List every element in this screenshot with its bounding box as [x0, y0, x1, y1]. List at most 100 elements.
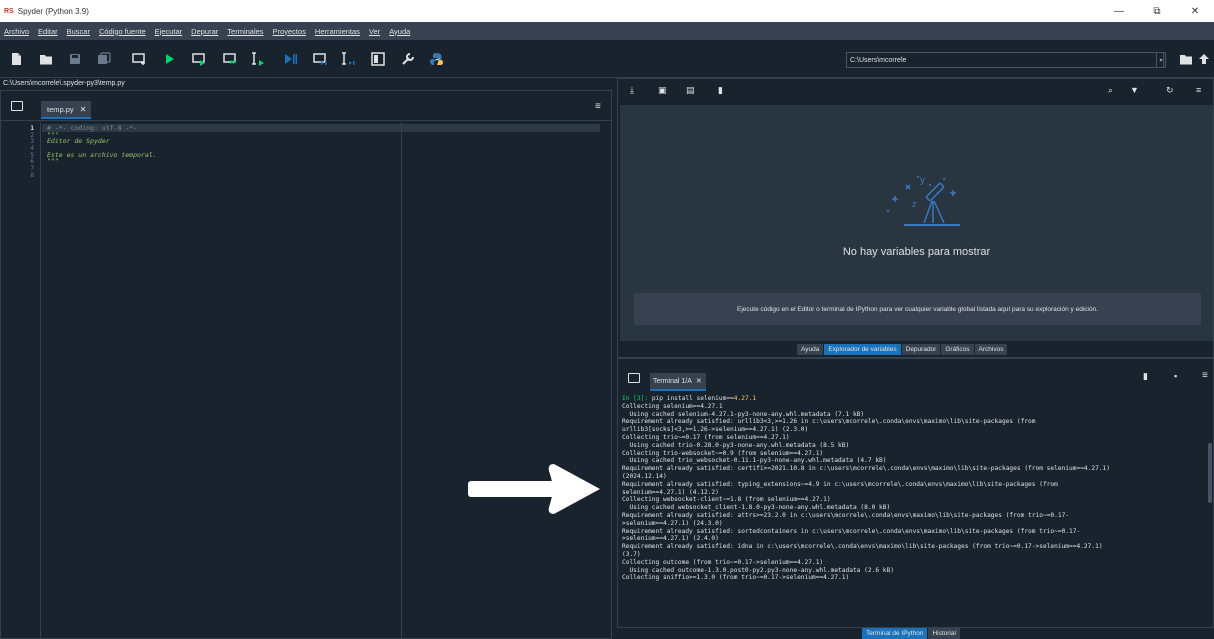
line-number: 5	[30, 151, 34, 159]
spyder-logo-icon: RS	[4, 7, 14, 15]
console-line: (2024.12.14)	[622, 472, 667, 480]
console-line: Using cached websocket_client-1.8.0-py3-…	[622, 504, 891, 512]
remove-icon[interactable]: ▮	[1143, 371, 1148, 382]
import-data-icon[interactable]: ⤓	[630, 85, 634, 96]
debug-icon[interactable]	[282, 51, 298, 67]
console-line: urllib3[socks]<3,>=1.26->selenium==4.27.…	[622, 426, 809, 434]
run-icon[interactable]	[161, 51, 177, 67]
minimize-button[interactable]: —	[1100, 0, 1138, 22]
upper-pane-tabs: Ayuda Explorador de variables Depurador …	[797, 344, 1008, 355]
arrow-right-icon	[468, 464, 600, 514]
menu-ver[interactable]: Ver	[369, 27, 380, 36]
stop-icon[interactable]: ▪	[1174, 371, 1177, 381]
menu-herramientas[interactable]: Herramientas	[315, 27, 360, 36]
refresh-icon[interactable]: ↻	[1166, 85, 1174, 96]
console-output[interactable]: In [3]: pip install selenium==4.27.1 Col…	[622, 395, 1206, 582]
code-area[interactable]: # -*- coding: utf-8 -*- """ Editor de Sp…	[47, 125, 601, 179]
editor-tab-bar: temp.py ✕ ≡	[1, 91, 611, 121]
menu-buscar[interactable]: Buscar	[67, 27, 90, 36]
tab-depurador[interactable]: Depurador	[901, 344, 941, 355]
code-line: Este es un archivo temporal.	[47, 150, 157, 159]
save-all-icon[interactable]	[96, 51, 112, 67]
tab-terminal-1a[interactable]: Terminal 1/A ✕	[650, 373, 706, 391]
console-line: >selenium==4.27.1) (24.3.0)	[622, 519, 723, 527]
run-selection-icon[interactable]	[250, 51, 266, 67]
new-file-icon[interactable]	[8, 51, 24, 67]
create-cell-icon[interactable]	[131, 51, 147, 67]
tab-terminal-de-ipython[interactable]: Terminal de IPython	[862, 628, 928, 639]
tab-archivos[interactable]: Archivos	[974, 344, 1008, 355]
save-data-as-icon[interactable]: ▤	[686, 85, 695, 96]
search-icon[interactable]: ⌕	[1108, 85, 1113, 96]
code-line: """	[47, 157, 59, 166]
editor-options-menu-icon[interactable]: ≡	[595, 101, 601, 112]
console-line: Collecting trio-websocket~=0.9 (from sel…	[622, 449, 824, 457]
console-line: Requirement already satisfied: idna in c…	[622, 543, 1103, 551]
console-line: Requirement already satisfied: typing_ex…	[622, 480, 1058, 488]
preferences-wrench-icon[interactable]	[400, 51, 416, 67]
menu-bar: Archivo Editar Buscar Código fuente Ejec…	[0, 22, 1214, 40]
variable-explorer-menu-icon[interactable]: ≡	[1196, 85, 1201, 95]
save-file-icon[interactable]	[67, 51, 83, 67]
pane-window-icon[interactable]	[628, 373, 640, 383]
console-line: Requirement already satisfied: urllib3<3…	[622, 418, 1036, 426]
editor-file-path: C:\Users\mcorrele\.spyder-py3\temp.py	[0, 78, 612, 90]
console-scrollbar[interactable]	[1207, 393, 1213, 613]
tab-graficos[interactable]: Gráficos	[941, 344, 974, 355]
working-directory-input[interactable]: C:\Users\mcorrele	[846, 52, 1164, 68]
line-number: 8	[30, 171, 34, 179]
menu-ejecutar[interactable]: Ejecutar	[155, 27, 183, 36]
menu-ayuda[interactable]: Ayuda	[389, 27, 410, 36]
menu-depurar[interactable]: Depurar	[191, 27, 218, 36]
console-line: Requirement already satisfied: attrs>=23…	[622, 511, 1070, 519]
menu-archivo[interactable]: Archivo	[4, 27, 29, 36]
close-window-button[interactable]: ✕	[1176, 0, 1214, 22]
code-edge-line	[401, 122, 402, 638]
parent-directory-icon[interactable]	[1196, 51, 1212, 67]
close-tab-icon[interactable]: ✕	[696, 377, 702, 385]
maximize-pane-icon[interactable]	[370, 51, 386, 67]
line-number: 6	[30, 158, 34, 166]
open-file-icon[interactable]	[38, 51, 54, 67]
remove-all-variables-icon[interactable]: ▮	[718, 85, 723, 96]
chevron-down-icon[interactable]: ▾	[1156, 52, 1166, 68]
variable-explorer-toolbar: ⤓ ▣ ▤ ▮ ⌕ ▼ ↻ ≡	[618, 79, 1213, 103]
console-line: (3.7)	[622, 550, 641, 558]
tab-explorador-de-variables[interactable]: Explorador de variables	[824, 344, 901, 355]
tab-ayuda[interactable]: Ayuda	[797, 344, 824, 355]
console-line: Collecting sniffio>=1.3.0 (from trio~=0.…	[622, 574, 850, 582]
debug-cell-icon[interactable]	[312, 51, 328, 67]
variable-explorer-pane: ⤓ ▣ ▤ ▮ ⌕ ▼ ↻ ≡ z y No hay variables par…	[617, 78, 1214, 358]
tab-temp-py[interactable]: temp.py ✕	[41, 101, 91, 119]
console-input-line: In [3]: pip install selenium==4.27.1	[622, 395, 1206, 403]
line-number-gutter: 1 2 3 4 5 6 7 8	[1, 122, 41, 638]
menu-editar[interactable]: Editar	[38, 27, 58, 36]
filter-icon[interactable]: ▼	[1130, 85, 1139, 95]
ipython-console-pane: Terminal 1/A ✕ ▮ ▪ ≡ In [3]: pip install…	[617, 358, 1214, 628]
code-line: Editor de Spyder	[47, 137, 110, 146]
empty-variables-hint: Ejecute código en el Editor o terminal d…	[634, 293, 1201, 325]
close-tab-icon[interactable]: ✕	[80, 105, 87, 114]
run-cell-advance-icon[interactable]	[222, 51, 238, 67]
tab-label: temp.py	[47, 104, 74, 114]
menu-proyectos[interactable]: Proyectos	[273, 27, 306, 36]
menu-codigo-fuente[interactable]: Código fuente	[99, 27, 146, 36]
restore-button[interactable]: ⧉	[1138, 0, 1176, 22]
scrollbar-thumb[interactable]	[1208, 443, 1212, 503]
console-options-menu-icon[interactable]: ≡	[1202, 370, 1208, 381]
variable-explorer-body: z y No hay variables para mostrar Ejecut…	[620, 105, 1213, 341]
save-data-icon[interactable]: ▣	[658, 85, 667, 96]
line-number: 2	[30, 131, 34, 139]
debug-selection-icon[interactable]	[340, 51, 356, 67]
browse-directory-icon[interactable]	[1178, 51, 1194, 67]
lower-pane-tabs: Terminal de IPython Historial	[862, 628, 961, 639]
window-titlebar: RS Spyder (Python 3.9) — ⧉ ✕	[0, 0, 1214, 22]
menu-terminales[interactable]: Terminales	[227, 27, 263, 36]
svg-text:z: z	[912, 199, 917, 209]
run-cell-icon[interactable]	[191, 51, 207, 67]
telescope-illustration-icon: z y	[887, 175, 960, 226]
pane-window-icon[interactable]	[11, 101, 23, 111]
tab-historial[interactable]: Historial	[928, 628, 960, 639]
python-path-icon[interactable]	[428, 51, 444, 67]
